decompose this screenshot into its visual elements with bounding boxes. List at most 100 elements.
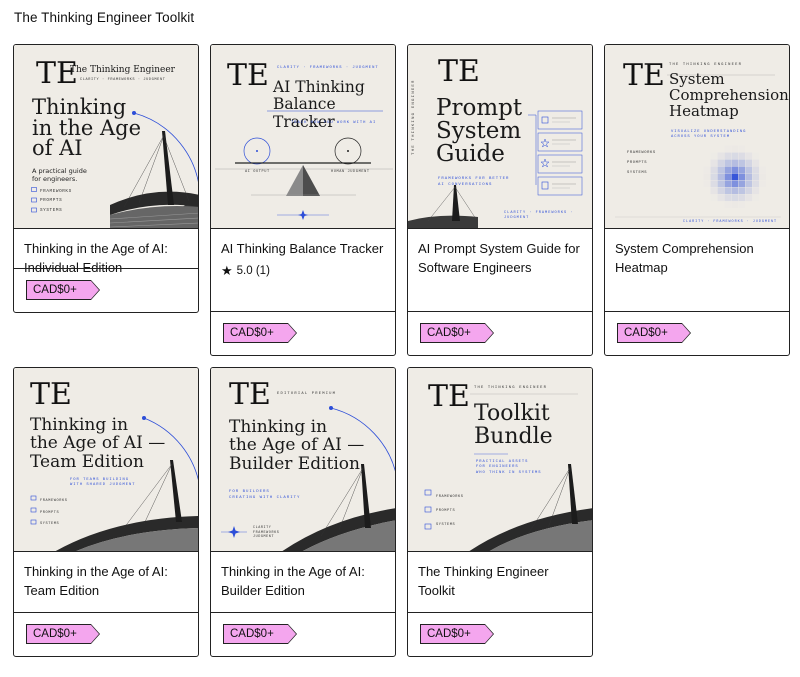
heatmap-cell <box>745 159 753 167</box>
product-card[interactable]: TE THE THINKING ENGINEER Prompt System G… <box>407 44 593 356</box>
cover-item: FRAMEWORKS <box>40 189 72 194</box>
heatmap-cell <box>753 153 760 160</box>
product-card[interactable]: TE CLARITY · FRAMEWORKS · JUDGMENT AI Th… <box>210 44 396 356</box>
cover-item: SYSTEMS <box>627 170 648 175</box>
product-card[interactable]: TE THE THINKING ENGINEER Toolkit Bundle … <box>407 367 593 657</box>
monogram-logo: TE <box>229 377 271 412</box>
cover-headline-line: Heatmap <box>669 101 739 120</box>
product-cover-image[interactable]: TE The Thinking Engineer CLARITY · FRAME… <box>14 45 198 229</box>
monogram-logo: TE <box>227 58 269 93</box>
framework-icons <box>31 187 37 213</box>
product-card[interactable]: TE The Thinking Engineer CLARITY · FRAME… <box>13 44 199 313</box>
heatmap-cell <box>718 202 725 209</box>
cover-item: SYSTEMS <box>40 207 63 213</box>
heatmap-cell <box>738 166 746 174</box>
product-title[interactable]: AI Prompt System Guide for Software Engi… <box>418 239 582 277</box>
cover-item: PROMPTS <box>40 510 60 515</box>
cover-item: FRAMEWORKS <box>436 495 464 499</box>
heatmap-cell <box>704 188 711 195</box>
product-card[interactable]: TE EDITORIAL PREMIUM Thinking in the Age… <box>210 367 396 657</box>
cover-headline-line: Thinking in <box>30 415 129 435</box>
cover-headline-line: of AI <box>32 136 83 161</box>
cover-subline: A practical guide <box>32 167 87 175</box>
cover-vertical-brand: THE THINKING ENGINEER <box>412 79 416 155</box>
heatmap-cell <box>711 153 718 160</box>
heatmap-cell <box>738 152 746 160</box>
product-card[interactable]: TE THE THINKING ENGINEER System Comprehe… <box>604 44 790 356</box>
cover-footer: CLARITY · FRAMEWORKS · JUDGMENT <box>683 220 778 224</box>
brand-name: THE THINKING ENGINEER <box>474 386 548 390</box>
heatmap-cell <box>704 167 711 174</box>
monogram-logo: TE <box>623 58 665 93</box>
cover-tagline: EDITORIAL PREMIUM <box>277 392 337 396</box>
price-badge: CAD$0+ <box>223 624 297 644</box>
product-cover-image[interactable]: TE THE THINKING ENGINEER Prompt System G… <box>408 45 592 229</box>
product-rating: ★ 5.0 (1) <box>221 264 385 277</box>
product-title[interactable]: The Thinking Engineer Toolkit <box>418 562 582 600</box>
cover-tagline: CLARITY · FRAMEWORKS · JUDGMENT <box>80 78 166 82</box>
cover-headline-line: AI Thinking <box>273 78 365 96</box>
heatmap-cell <box>724 187 732 195</box>
heatmap-cell <box>745 187 753 195</box>
price-badge: CAD$0+ <box>420 323 494 343</box>
monogram-logo: TE <box>438 54 480 89</box>
heatmap-cell <box>745 173 753 181</box>
heatmap-cell <box>738 187 746 195</box>
heatmap-cell <box>717 166 725 174</box>
heatmap-cell <box>717 152 725 160</box>
heatmap-cell <box>760 167 767 174</box>
heatmap-cell <box>724 194 732 202</box>
heatmap-cell <box>753 195 760 202</box>
cover-subline: WHO THINK IN SYSTEMS <box>476 470 542 475</box>
heatmap-cell <box>725 202 732 209</box>
heatmap-cell <box>745 194 753 202</box>
heatmap-cell <box>738 194 746 202</box>
heatmap-cell <box>746 146 753 153</box>
product-title[interactable]: Thinking in the Age of AI: Team Edition <box>24 562 188 600</box>
heatmap-cell <box>732 146 739 153</box>
price-badge: CAD$0+ <box>26 624 100 644</box>
cover-headline-line: Prompt <box>436 95 523 121</box>
monogram-logo: TE <box>30 377 72 412</box>
cover-subline: TRACK HOW YOU WORK WITH AI <box>291 121 377 125</box>
cover-footer: CLARITY · FRAMEWORKS · JUDGMENT <box>504 211 574 221</box>
heatmap-cell <box>738 159 746 167</box>
heatmap-cell <box>717 180 725 188</box>
cover-headline-line: Thinking <box>32 95 127 119</box>
price-badge: CAD$0+ <box>223 323 297 343</box>
product-title[interactable]: AI Thinking Balance Tracker <box>221 239 385 258</box>
cover-subline: for engineers. <box>32 175 78 184</box>
heatmap-cell <box>738 180 746 188</box>
product-card[interactable]: TE Thinking in the Age of AI — Team Edit… <box>13 367 199 657</box>
heatmap-cell <box>724 159 732 167</box>
heatmap-cell <box>752 159 760 167</box>
product-title[interactable]: Thinking in the Age of AI: Builder Editi… <box>221 562 385 600</box>
product-title[interactable]: System Comprehension Heatmap <box>615 239 779 277</box>
rating-value: 5.0 (1) <box>236 264 270 277</box>
heatmap-cell <box>752 187 760 195</box>
heatmap-cell <box>752 180 760 188</box>
product-cover-image[interactable]: TE THE THINKING ENGINEER System Comprehe… <box>605 45 789 229</box>
star-icon: ★ <box>221 263 233 278</box>
heatmap-cell <box>745 152 753 160</box>
cover-item: PROMPTS <box>40 198 63 204</box>
cover-headline-line: Bundle <box>474 424 553 450</box>
heatmap-cell <box>731 166 739 174</box>
product-cover-image[interactable]: TE CLARITY · FRAMEWORKS · JUDGMENT AI Th… <box>211 45 395 229</box>
heatmap-cell <box>710 166 718 174</box>
product-cover-image[interactable]: TE THE THINKING ENGINEER Toolkit Bundle … <box>408 368 592 552</box>
heatmap-cell <box>710 159 718 167</box>
cover-headline-line: Builder Edition <box>229 453 360 474</box>
heatmap-cell <box>718 146 725 153</box>
heatmap-cell <box>724 152 732 160</box>
cover-item: PROMPTS <box>436 509 456 514</box>
heatmap-cell <box>745 166 753 174</box>
heatmap-cell <box>731 159 739 167</box>
heatmap-cell <box>760 181 767 188</box>
heatmap-cell <box>717 173 725 181</box>
cover-headline-line: the Age of AI — <box>30 433 166 454</box>
price-badge: CAD$0+ <box>420 624 494 644</box>
product-cover-image[interactable]: TE EDITORIAL PREMIUM Thinking in the Age… <box>211 368 395 552</box>
product-cover-image[interactable]: TE Thinking in the Age of AI — Team Edit… <box>14 368 198 552</box>
heatmap-cell <box>732 202 739 209</box>
